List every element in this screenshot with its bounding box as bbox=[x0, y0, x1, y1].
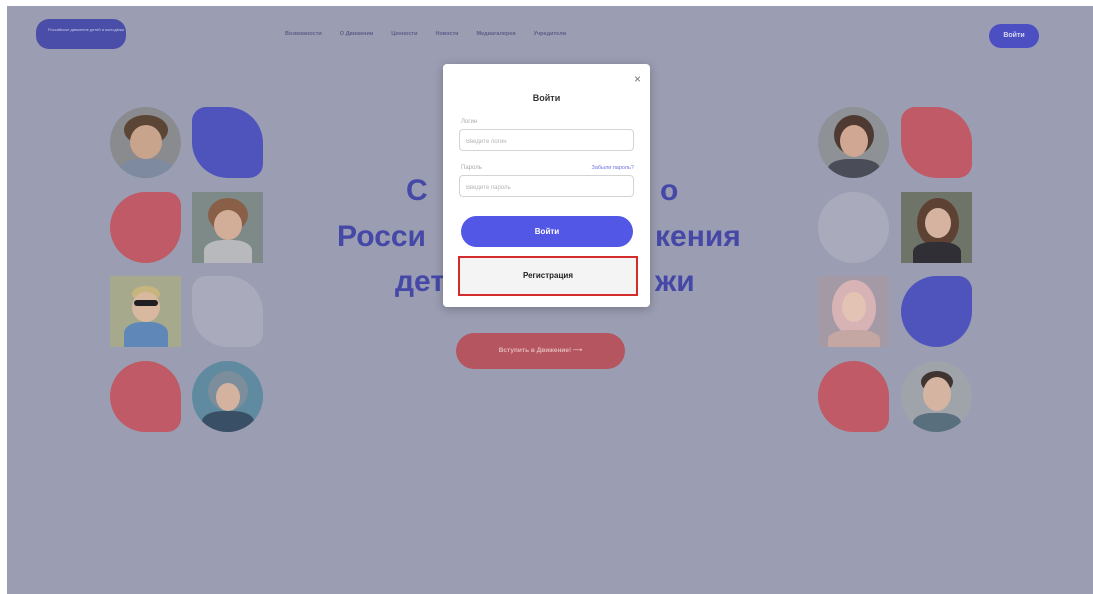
login-label: Логин bbox=[461, 119, 478, 125]
decor-blue-shape bbox=[192, 107, 263, 178]
hero-title-fragment: жи bbox=[655, 265, 695, 298]
decor-red-shape bbox=[901, 107, 972, 178]
join-movement-button[interactable]: Вступить в Движение! ⟶ bbox=[456, 333, 625, 369]
forgot-password-link[interactable]: Забыли пароль? bbox=[592, 165, 634, 171]
avatar-photo bbox=[818, 276, 889, 347]
avatar-photo bbox=[110, 276, 181, 347]
hero-title-fragment: Росси bbox=[337, 220, 427, 253]
login-field[interactable] bbox=[459, 129, 634, 152]
password-label: Пароль bbox=[461, 165, 482, 171]
header-login-button[interactable]: Войти bbox=[989, 24, 1039, 48]
logo[interactable]: Российское движение детей и молодёжи bbox=[36, 19, 126, 49]
decor-blue-shape bbox=[901, 276, 972, 347]
nav-item-about[interactable]: О Движении bbox=[340, 31, 373, 37]
nav-item-values[interactable]: Ценности bbox=[391, 31, 417, 37]
login-input[interactable] bbox=[460, 132, 633, 152]
modal-title: Войти bbox=[532, 93, 561, 103]
close-icon[interactable]: × bbox=[634, 73, 641, 85]
hero-title-fragment: о bbox=[660, 174, 679, 207]
hero-title-fragment: кения bbox=[655, 220, 741, 253]
decor-grey-shape bbox=[192, 276, 263, 347]
password-field[interactable] bbox=[459, 175, 634, 198]
avatar-photo bbox=[901, 192, 972, 263]
avatar-photo bbox=[901, 361, 972, 432]
nav-item-founders[interactable]: Учредители bbox=[534, 31, 567, 37]
page-overlay: Российское движение детей и молодёжи Воз… bbox=[7, 6, 1093, 594]
hero-title-fragment: дет bbox=[395, 265, 446, 298]
nav-item-news[interactable]: Новости bbox=[435, 31, 458, 37]
decor-red-shape bbox=[110, 192, 181, 263]
login-submit-button[interactable]: Войти bbox=[461, 216, 633, 247]
avatar-photo bbox=[192, 192, 263, 263]
avatar-photo bbox=[192, 361, 263, 432]
nav-item-features[interactable]: Возможности bbox=[285, 31, 322, 37]
decor-red-shape bbox=[110, 361, 181, 432]
main-nav: Возможности О Движении Ценности Новости … bbox=[285, 31, 584, 37]
decor-grey-shape bbox=[818, 192, 889, 263]
password-input[interactable] bbox=[460, 178, 633, 198]
avatar-photo bbox=[818, 107, 889, 178]
hero-title-fragment: С bbox=[406, 174, 428, 207]
nav-item-media[interactable]: Медиагалерея bbox=[477, 31, 516, 37]
login-modal: × Войти Логин Пароль Забыли пароль? Войт… bbox=[443, 64, 650, 307]
avatar-photo bbox=[110, 107, 181, 178]
register-button[interactable]: Регистрация bbox=[458, 256, 638, 296]
decor-red-shape bbox=[818, 361, 889, 432]
